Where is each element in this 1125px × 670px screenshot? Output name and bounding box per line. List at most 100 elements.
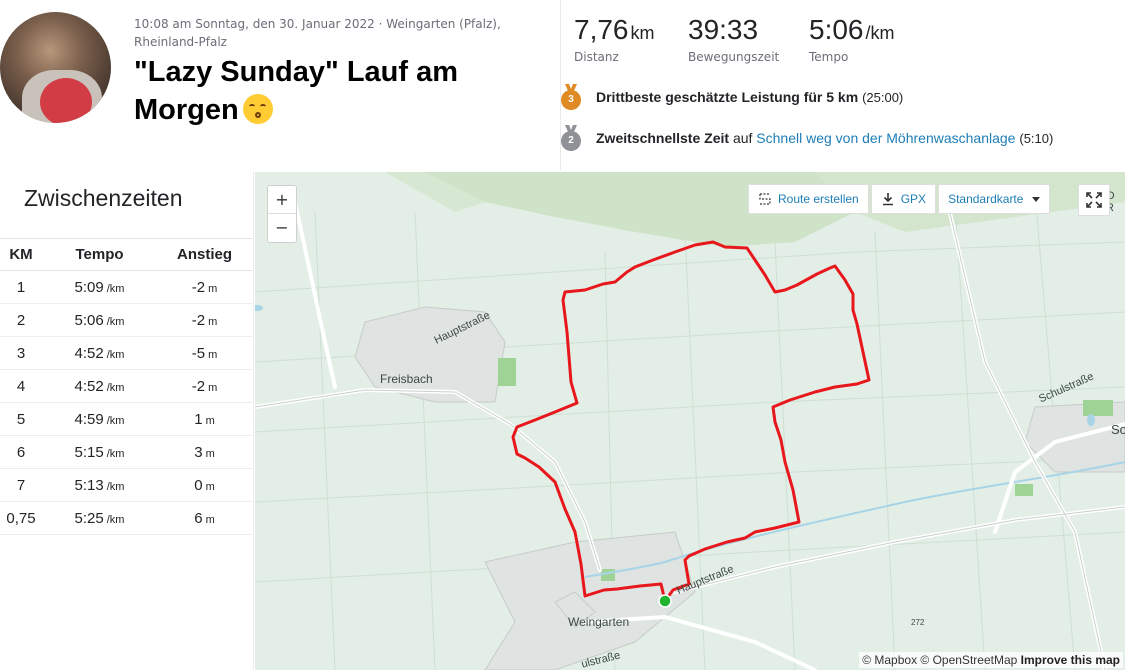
map-type-dropdown[interactable]: Standardkarte <box>938 184 1051 214</box>
split-row: 2 5:06/km -2 m <box>0 303 252 337</box>
split-pace-value: 5:25 <box>74 509 104 527</box>
route-map[interactable]: Hauptstraße Freisbach Schulstraße So O R… <box>255 172 1125 670</box>
gpx-download-button[interactable]: GPX <box>870 184 937 214</box>
split-pace: 5:25/km <box>42 501 157 535</box>
split-elev-value: -2 <box>191 311 206 329</box>
split-km: 2 <box>0 303 42 337</box>
split-pace-unit: /km <box>106 315 125 328</box>
split-row: 4 4:52/km -2 m <box>0 369 252 403</box>
achievement-text: Drittbeste geschätzte Leistung für 5 km <box>596 89 859 105</box>
split-pace-unit: /km <box>106 381 125 394</box>
split-elev-unit: m <box>205 414 215 427</box>
split-elev-unit: m <box>205 513 215 526</box>
split-elev-unit: m <box>205 480 215 493</box>
split-elev-value: -5 <box>191 344 206 362</box>
split-pace-value: 5:06 <box>74 311 104 329</box>
split-pace-value: 5:13 <box>74 476 104 494</box>
achievement-preposition: auf <box>732 130 753 146</box>
col-elev: Anstieg <box>157 238 252 271</box>
split-pace: 4:52/km <box>42 369 157 403</box>
split-elev: -5 m <box>157 336 252 370</box>
col-km: KM <box>0 238 42 271</box>
split-pace-value: 5:15 <box>74 443 104 461</box>
create-route-label: Route erstellen <box>778 192 859 206</box>
split-row: 1 5:09/km -2 m <box>0 270 252 304</box>
split-elev-unit: m <box>208 381 218 394</box>
split-pace-unit: /km <box>106 348 125 361</box>
splits-title: Zwischenzeiten <box>24 185 183 211</box>
split-km: 6 <box>0 435 42 469</box>
stat-distance-unit: km <box>630 23 655 43</box>
split-elev-value: 6 <box>194 509 203 527</box>
split-elev: -2 m <box>157 303 252 337</box>
col-pace: Tempo <box>42 238 157 271</box>
map-label-weingarten: Weingarten <box>568 615 630 629</box>
split-pace: 5:06/km <box>42 303 157 337</box>
split-pace-unit: /km <box>106 480 125 493</box>
medal-rank: 2 <box>561 131 581 151</box>
split-row: 3 4:52/km -5 m <box>0 336 252 370</box>
map-canvas[interactable] <box>255 172 1125 670</box>
split-pace-unit: /km <box>106 447 125 460</box>
split-pace-value: 4:52 <box>74 377 104 395</box>
split-row: 5 4:59/km 1 m <box>0 402 252 436</box>
achievement-row[interactable]: 3 Drittbeste geschätzte Leistung für 5 k… <box>558 84 903 110</box>
download-icon <box>881 192 895 206</box>
zoom-out-button[interactable]: − <box>268 214 296 242</box>
split-pace-unit: /km <box>106 513 125 526</box>
split-km: 5 <box>0 402 42 436</box>
silver-medal-icon: 2 <box>560 125 582 151</box>
stat-pace-value: 5:06 <box>809 14 864 45</box>
athlete-avatar[interactable] <box>0 12 111 123</box>
splits-panel: Zwischenzeiten KM Tempo Anstieg 1 5:09/km… <box>0 172 254 670</box>
achievement-text: Zweitschnellste Zeit <box>596 130 730 146</box>
achievement-time: (25:00) <box>862 89 904 105</box>
map-label-freisbach: Freisbach <box>380 372 433 386</box>
split-elev: 3m <box>157 435 252 469</box>
activity-meta: 10:08 am Sonntag, den 30. Januar 2022 · … <box>134 17 501 49</box>
stat-moving-time-value: 39:33 <box>688 14 759 45</box>
achievement-row[interactable]: 2 Zweitschnellste Zeit auf Schnell weg v… <box>558 125 1053 151</box>
split-elev: 1m <box>157 402 252 436</box>
split-elev-value: 1 <box>194 410 203 428</box>
split-pace: 5:13/km <box>42 468 157 502</box>
fullscreen-icon <box>1086 192 1102 208</box>
map-label-so: So <box>1111 422 1125 437</box>
split-elev-value: 3 <box>194 443 203 461</box>
fullscreen-button[interactable] <box>1078 184 1110 216</box>
split-elev-value: -2 <box>191 278 206 296</box>
split-pace-value: 5:09 <box>74 278 104 296</box>
bronze-medal-icon: 3 <box>560 84 582 110</box>
split-pace-value: 4:52 <box>74 344 104 362</box>
split-row: 0,75 5:25/km 6 m <box>0 501 252 535</box>
split-elev-unit: m <box>208 315 218 328</box>
split-pace: 5:09/km <box>42 270 157 304</box>
start-marker-icon[interactable] <box>658 594 672 608</box>
split-km: 1 <box>0 270 42 304</box>
zoom-control: + − <box>267 185 297 243</box>
attribution-text[interactable]: © Mapbox © OpenStreetMap <box>862 653 1017 667</box>
split-km: 3 <box>0 336 42 370</box>
stat-distance-label: Distanz <box>574 50 619 64</box>
activity-header: 10:08 am Sonntag, den 30. Januar 2022 · … <box>0 0 1125 170</box>
split-pace: 4:59/km <box>42 402 157 436</box>
split-row: 7 5:13/km 0 m <box>0 468 252 502</box>
create-route-button[interactable]: Route erstellen <box>748 184 869 214</box>
split-elev-unit: m <box>208 282 218 295</box>
split-pace-unit: /km <box>106 414 125 427</box>
splits-table: KM Tempo Anstieg 1 5:09/km -2 m 2 5:06/km -2 m 3… <box>0 238 252 535</box>
segment-link[interactable]: Schnell weg von der Möhrenwaschanlage <box>756 130 1015 146</box>
map-label-272: 272 <box>911 618 925 627</box>
achievement-time: (5:10) <box>1019 130 1054 146</box>
split-pace: 5:15/km <box>42 435 157 469</box>
improve-map-link[interactable]: Improve this map <box>1021 653 1120 667</box>
split-km: 4 <box>0 369 42 403</box>
route-icon <box>758 192 772 206</box>
split-elev-unit: m <box>205 447 215 460</box>
chevron-down-icon <box>1032 196 1041 202</box>
split-pace-value: 4:59 <box>74 410 104 428</box>
map-type-label: Standardkarte <box>948 192 1024 206</box>
zoom-in-button[interactable]: + <box>268 186 296 214</box>
stat-distance: 7,76 km Distanz <box>574 12 655 65</box>
split-elev: 6m <box>157 501 252 535</box>
